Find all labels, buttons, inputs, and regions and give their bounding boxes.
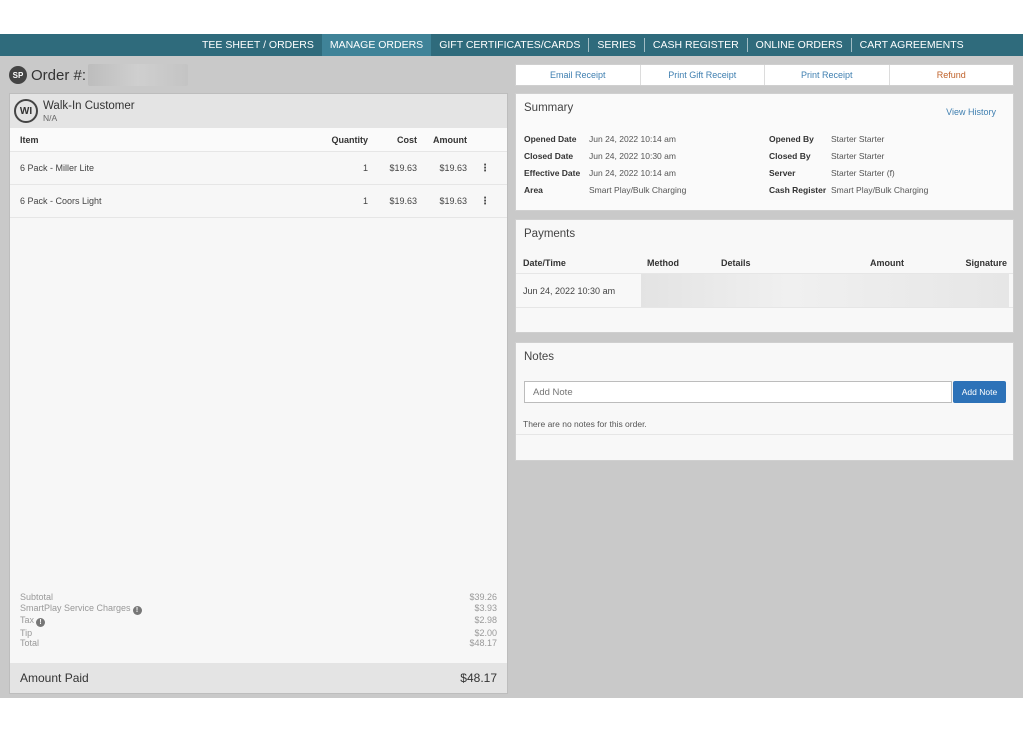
notes-title: Notes bbox=[524, 351, 555, 363]
nav-cart-agreements[interactable]: CART AGREEMENTS bbox=[852, 34, 972, 56]
info-icon[interactable]: ! bbox=[36, 618, 46, 627]
opened-date-value: Jun 24, 2022 10:14 am bbox=[589, 134, 676, 144]
print-gift-receipt-button[interactable]: Print Gift Receipt bbox=[641, 65, 765, 85]
effective-date-label: Effective Date bbox=[524, 168, 581, 178]
nav-online-orders[interactable]: ONLINE ORDERS bbox=[748, 34, 851, 56]
refund-button[interactable]: Refund bbox=[890, 65, 1014, 85]
info-icon[interactable]: ! bbox=[132, 605, 142, 615]
effective-date-value: Jun 24, 2022 10:14 am bbox=[589, 168, 676, 178]
header-cost: Cost bbox=[397, 134, 417, 145]
server-label: Server bbox=[769, 168, 796, 178]
subtotal-row: Subtotal $39.26 bbox=[20, 592, 497, 603]
order-number-redacted bbox=[88, 64, 189, 86]
order-totals: Subtotal $39.26 SmartPlay Service Charge… bbox=[20, 592, 497, 649]
receipt-actions: Email Receipt Print Gift Receipt Print R… bbox=[515, 64, 1014, 86]
header-datetime: Date/Time bbox=[523, 258, 566, 268]
notes-card: Notes Add Note There are no notes for th… bbox=[515, 342, 1014, 461]
summary-title: Summary bbox=[524, 102, 574, 114]
order-title: Order #: bbox=[31, 66, 87, 84]
subtotal-label: Subtotal bbox=[20, 592, 54, 602]
no-notes-message: There are no notes for this order. bbox=[523, 419, 647, 429]
customer-row[interactable]: WI Walk-In Customer N/A bbox=[10, 94, 507, 128]
item-cost: $19.63 bbox=[389, 196, 417, 206]
closed-date-value: Jun 24, 2022 10:30 am bbox=[589, 151, 676, 161]
customer-subtext: N/A bbox=[43, 112, 58, 123]
closed-by-value: Starter Starter bbox=[831, 151, 885, 161]
view-history-link[interactable]: View History bbox=[946, 107, 996, 117]
table-row[interactable]: 6 Pack - Miller Lite 1 $19.63 $19.63 ⋮ bbox=[10, 152, 507, 185]
total-value: $48.17 bbox=[469, 638, 497, 648]
header-method: Method bbox=[647, 258, 679, 268]
opened-date-label: Opened Date bbox=[524, 134, 577, 144]
service-charge-value: $3.93 bbox=[474, 602, 497, 613]
service-charge-label: SmartPlay Service Charges bbox=[20, 602, 131, 613]
total-label: Total bbox=[20, 638, 40, 648]
item-name: 6 Pack - Coors Light bbox=[20, 196, 102, 206]
closed-by-label: Closed By bbox=[769, 151, 811, 161]
header-item: Item bbox=[20, 134, 39, 145]
total-row: Total $48.17 bbox=[20, 638, 497, 649]
area-label: Area bbox=[524, 185, 543, 195]
header-quantity: Quantity bbox=[331, 134, 368, 145]
payments-table-header: Date/Time Method Details Amount Signatur… bbox=[516, 252, 1013, 274]
amount-paid-value: $48.17 bbox=[460, 671, 497, 685]
table-row[interactable]: 6 Pack - Coors Light 1 $19.63 $19.63 ⋮ bbox=[10, 185, 507, 218]
tip-value: $2.00 bbox=[474, 627, 497, 638]
amount-paid-label: Amount Paid bbox=[20, 671, 89, 685]
header-signature: Signature bbox=[965, 258, 1007, 268]
table-row[interactable]: Jun 24, 2022 10:30 am bbox=[516, 274, 1013, 308]
item-quantity: 1 bbox=[362, 163, 368, 173]
subtotal-value: $39.26 bbox=[469, 592, 497, 602]
item-cost: $19.63 bbox=[389, 163, 417, 173]
service-charge-row: SmartPlay Service Charges! $3.93 bbox=[20, 602, 497, 615]
nav-cash-register[interactable]: CASH REGISTER bbox=[645, 34, 747, 56]
nav-gift-certificates[interactable]: GIFT CERTIFICATES/CARDS bbox=[431, 34, 588, 56]
header-amount: Amount bbox=[433, 134, 467, 145]
order-items-panel: WI Walk-In Customer N/A Item Quantity Co… bbox=[9, 93, 508, 694]
header-details: Details bbox=[721, 258, 751, 268]
tax-value: $2.98 bbox=[474, 615, 497, 625]
work-area: SP Order #: WI Walk-In Customer N/A Item… bbox=[0, 56, 1023, 698]
opened-by-label: Opened By bbox=[769, 134, 814, 144]
item-quantity: 1 bbox=[362, 196, 368, 206]
payments-title: Payments bbox=[524, 228, 576, 240]
item-amount: $19.63 bbox=[439, 163, 467, 173]
payment-details-redacted bbox=[641, 274, 1009, 307]
customer-info: Walk-In Customer N/A bbox=[43, 100, 135, 123]
nav-manage-orders[interactable]: MANAGE ORDERS bbox=[321, 34, 432, 56]
closed-date-label: Closed Date bbox=[524, 151, 574, 161]
nav-series[interactable]: SERIES bbox=[589, 34, 644, 56]
item-name: 6 Pack - Miller Lite bbox=[20, 163, 95, 173]
item-amount: $19.63 bbox=[439, 196, 467, 206]
summary-details: Opened Date Jun 24, 2022 10:14 am Opened… bbox=[524, 131, 1004, 199]
payments-card: Payments Date/Time Method Details Amount… bbox=[515, 219, 1014, 333]
amount-paid-bar: Amount Paid $48.17 bbox=[10, 663, 507, 693]
top-nav: TEE SHEET / ORDERS MANAGE ORDERS GIFT CE… bbox=[0, 34, 1023, 56]
add-note-input[interactable] bbox=[524, 381, 952, 403]
more-vertical-icon[interactable]: ⋮ bbox=[480, 163, 490, 174]
print-receipt-button[interactable]: Print Receipt bbox=[765, 65, 890, 85]
cash-register-label: Cash Register bbox=[769, 185, 827, 195]
payment-datetime: Jun 24, 2022 10:30 am bbox=[523, 286, 616, 296]
customer-name: Walk-In Customer bbox=[43, 99, 135, 112]
order-header: SP Order #: bbox=[9, 64, 189, 86]
header-amount: Amount bbox=[870, 258, 904, 268]
tip-row: Tip $2.00 bbox=[20, 628, 497, 639]
divider bbox=[516, 434, 1013, 435]
more-vertical-icon[interactable]: ⋮ bbox=[480, 196, 490, 207]
email-receipt-button[interactable]: Email Receipt bbox=[516, 65, 641, 85]
items-table-header: Item Quantity Cost Amount bbox=[10, 128, 507, 152]
cash-register-value: Smart Play/Bulk Charging bbox=[831, 185, 929, 195]
tax-label: Tax bbox=[20, 615, 35, 625]
tip-label: Tip bbox=[20, 627, 33, 638]
opened-by-value: Starter Starter bbox=[831, 134, 885, 144]
summary-card: Summary View History Opened Date Jun 24,… bbox=[515, 93, 1014, 211]
tax-row: Tax! $2.98 bbox=[20, 615, 497, 627]
area-value: Smart Play/Bulk Charging bbox=[589, 185, 687, 195]
smartplay-logo-icon: SP bbox=[9, 66, 27, 84]
add-note-button[interactable]: Add Note bbox=[953, 381, 1006, 403]
server-value: Starter Starter (f) bbox=[831, 168, 895, 178]
nav-tee-sheet-orders[interactable]: TEE SHEET / ORDERS bbox=[194, 34, 322, 56]
customer-avatar: WI bbox=[14, 99, 38, 123]
